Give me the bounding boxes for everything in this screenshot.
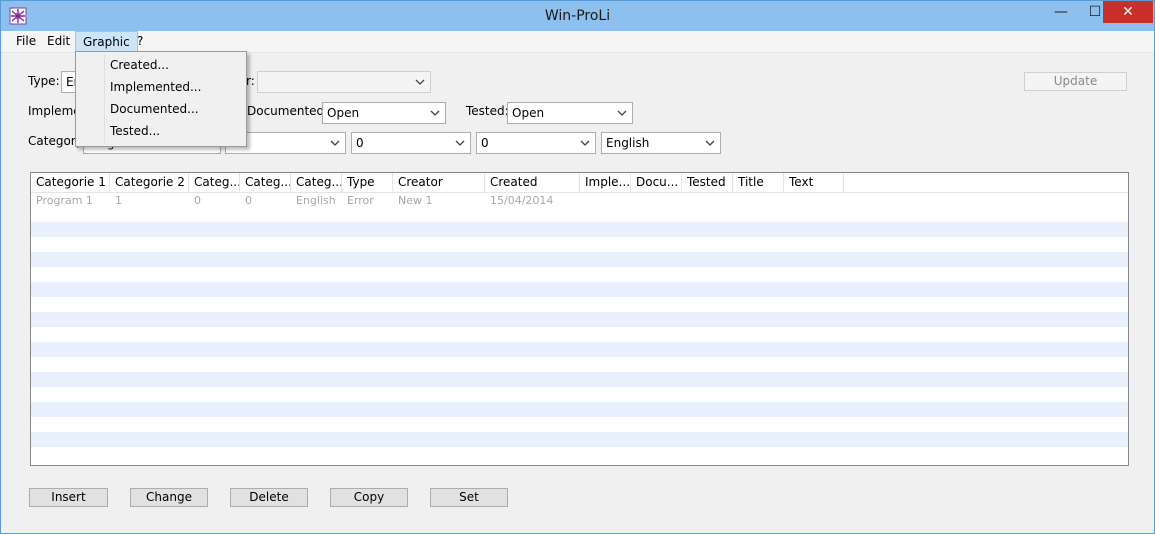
language-value: English — [606, 136, 650, 150]
cell-categorie-1: Program 1 — [36, 194, 93, 207]
menu-bar: File Edit Graphic ? — [1, 31, 1154, 53]
menu-item-implemented[interactable]: Implemented... — [76, 76, 246, 98]
cell-categ-3: 0 — [194, 194, 201, 207]
category-4-combo[interactable]: 0 — [476, 132, 596, 154]
column-header-categ-4[interactable]: Categ... — [240, 173, 291, 192]
category-3-value: 0 — [356, 136, 364, 150]
category-3-combo[interactable]: 0 — [351, 132, 471, 154]
cell-documented — [631, 193, 682, 208]
app-window: Win-ProLi — ☐ ✕ File Edit Graphic ? Crea… — [0, 0, 1155, 534]
menu-file[interactable]: File — [9, 31, 43, 52]
cell-title — [733, 193, 784, 208]
documented-label: Documented: — [247, 104, 329, 118]
cell-categ-5: English — [296, 194, 336, 207]
cell-creator: New 1 — [398, 194, 433, 207]
language-combo[interactable]: English — [601, 132, 721, 154]
row-stripe — [31, 342, 1128, 357]
column-header-categ-3[interactable]: Categ... — [189, 173, 240, 192]
column-header-title[interactable]: Title — [733, 173, 784, 192]
list-header: Categorie 1 Categorie 2 Categ... Categ..… — [31, 173, 1128, 193]
chevron-down-icon — [705, 140, 715, 146]
window-title: Win-ProLi — [544, 8, 611, 24]
graphic-dropdown-menu: Created... Implemented... Documented... … — [75, 51, 247, 147]
menu-item-documented[interactable]: Documented... — [76, 98, 246, 120]
column-header-text[interactable]: Text — [784, 173, 844, 192]
cell-type: Error — [347, 194, 374, 207]
minimize-button[interactable]: — — [1044, 1, 1078, 23]
documented-value: Open — [327, 106, 360, 120]
set-button[interactable]: Set — [430, 488, 508, 507]
copy-button[interactable]: Copy — [330, 488, 408, 507]
column-header-type[interactable]: Type — [342, 173, 393, 192]
records-list-view[interactable]: Categorie 1 Categorie 2 Categ... Categ..… — [30, 172, 1129, 466]
category-4-value: 0 — [481, 136, 489, 150]
column-header-created[interactable]: Created — [485, 173, 580, 192]
menu-item-created[interactable]: Created... — [76, 54, 246, 76]
chevron-down-icon — [330, 140, 340, 146]
menu-item-tested[interactable]: Tested... — [76, 120, 246, 142]
cell-text — [784, 193, 844, 208]
column-header-creator[interactable]: Creator — [393, 173, 485, 192]
row-stripe — [31, 372, 1128, 387]
chevron-down-icon — [617, 110, 627, 116]
column-header-categorie-2[interactable]: Categorie 2 — [110, 173, 189, 192]
delete-button[interactable]: Delete — [230, 488, 308, 507]
implemented-label: Impleme — [28, 104, 81, 118]
tested-combo[interactable]: Open — [507, 102, 633, 124]
menu-edit[interactable]: Edit — [40, 31, 77, 52]
type-label: Type: — [28, 74, 60, 88]
cell-categorie-2: 1 — [115, 194, 122, 207]
row-stripe — [31, 252, 1128, 267]
tested-value: Open — [512, 106, 545, 120]
column-header-documented[interactable]: Docu... — [631, 173, 682, 192]
chevron-down-icon — [430, 110, 440, 116]
cell-tested — [682, 193, 733, 208]
second-filter-label: r: — [246, 74, 255, 88]
cell-categ-4: 0 — [245, 194, 252, 207]
cell-implemented — [580, 193, 631, 208]
update-button[interactable]: Update — [1024, 72, 1127, 91]
chevron-down-icon — [580, 140, 590, 146]
row-stripe — [31, 282, 1128, 297]
close-button[interactable]: ✕ — [1103, 1, 1153, 23]
row-stripe — [31, 222, 1128, 237]
tested-label: Tested: — [466, 104, 509, 118]
column-header-categorie-1[interactable]: Categorie 1 — [31, 173, 110, 192]
cell-created: 15/04/2014 — [490, 194, 554, 207]
column-header-categ-5[interactable]: Categ... — [291, 173, 342, 192]
column-header-implemented[interactable]: Imple... — [580, 173, 631, 192]
insert-button[interactable]: Insert — [29, 488, 108, 507]
menu-graphic[interactable]: Graphic — [75, 31, 138, 52]
row-stripe — [31, 312, 1128, 327]
column-header-tested[interactable]: Tested — [682, 173, 733, 192]
row-stripe — [31, 432, 1128, 447]
row-stripe — [31, 402, 1128, 417]
change-button[interactable]: Change — [130, 488, 208, 507]
documented-combo[interactable]: Open — [322, 102, 446, 124]
second-filter-combo[interactable] — [257, 71, 431, 93]
menu-help[interactable]: ? — [130, 31, 150, 52]
chevron-down-icon — [455, 140, 465, 146]
chevron-down-icon — [415, 79, 425, 85]
title-bar[interactable]: Win-ProLi — ☐ ✕ — [1, 1, 1154, 31]
